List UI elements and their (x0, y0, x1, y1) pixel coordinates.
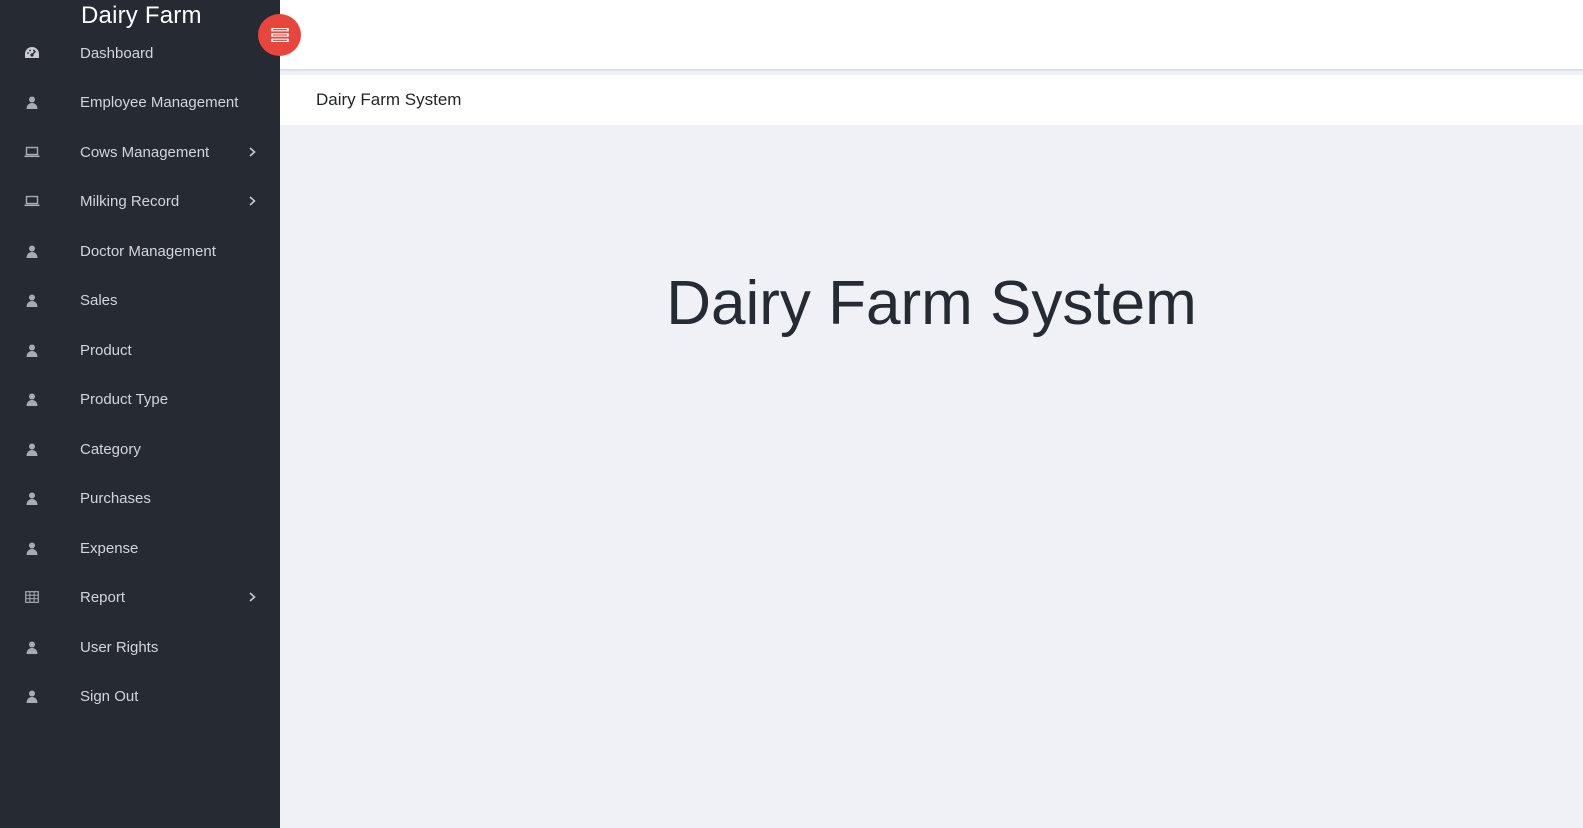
sidebar-item-label: Report (80, 588, 126, 606)
sidebar-item-label: Sign Out (80, 687, 139, 705)
sidebar-item-label: User Rights (80, 638, 159, 656)
sidebar-item-label: Category (80, 440, 141, 458)
breadcrumb: Dairy Farm System (316, 90, 462, 109)
sidebar-item-label: Product Type (80, 390, 169, 408)
sidebar-item-expense[interactable]: Expense (0, 528, 280, 568)
brand-title[interactable]: Dairy Farm (81, 2, 202, 30)
sidebar-item-label: Sales (80, 291, 118, 309)
user-icon (24, 639, 40, 655)
user-icon (24, 94, 40, 110)
sidebar-item-report[interactable]: Report (0, 577, 280, 617)
sidebar-item-product[interactable]: Product (0, 330, 280, 370)
sidebar: Dairy Farm Dashboard Employee Management… (0, 0, 280, 828)
sidebar-item-dashboard[interactable]: Dashboard (0, 33, 280, 73)
sidebar-item-label: Cows Management (80, 143, 210, 161)
sidebar-item-label: Employee Management (80, 93, 239, 111)
menu-toggle-icon (270, 28, 289, 42)
sidebar-item-sales[interactable]: Sales (0, 280, 280, 320)
sidebar-item-label: Doctor Management (80, 242, 216, 260)
dashboard-icon (24, 45, 40, 61)
top-header (280, 0, 1583, 71)
sidebar-item-label: Product (80, 341, 132, 359)
sidebar-item-label: Dashboard (80, 44, 154, 62)
breadcrumb-bar: Dairy Farm System (280, 75, 1583, 125)
user-icon (24, 540, 40, 556)
user-icon (24, 342, 40, 358)
table-icon (24, 589, 40, 605)
page-title: Dairy Farm System (666, 269, 1197, 338)
sidebar-item-employee-management[interactable]: Employee Management (0, 82, 280, 122)
user-icon (24, 391, 40, 407)
sidebar-item-doctor-management[interactable]: Doctor Management (0, 231, 280, 271)
user-icon (24, 292, 40, 308)
sidebar-item-sign-out[interactable]: Sign Out (0, 676, 280, 716)
sidebar-item-purchases[interactable]: Purchases (0, 478, 280, 518)
sidebar-item-category[interactable]: Category (0, 429, 280, 469)
sidebar-item-cows-management[interactable]: Cows Management (0, 132, 280, 172)
laptop-icon (24, 193, 40, 209)
sidebar-toggle-button[interactable] (258, 14, 301, 56)
sidebar-item-product-type[interactable]: Product Type (0, 379, 280, 419)
user-icon (24, 490, 40, 506)
chevron-right-icon (249, 196, 256, 206)
user-icon (24, 243, 40, 259)
chevron-right-icon (249, 592, 256, 602)
sidebar-item-user-rights[interactable]: User Rights (0, 627, 280, 667)
sidebar-item-label: Purchases (80, 489, 151, 507)
sidebar-item-milking-record[interactable]: Milking Record (0, 181, 280, 221)
user-icon (24, 688, 40, 704)
chevron-right-icon (249, 147, 256, 157)
user-icon (24, 441, 40, 457)
laptop-icon (24, 144, 40, 160)
sidebar-item-label: Milking Record (80, 192, 180, 210)
sidebar-item-label: Expense (80, 539, 139, 557)
